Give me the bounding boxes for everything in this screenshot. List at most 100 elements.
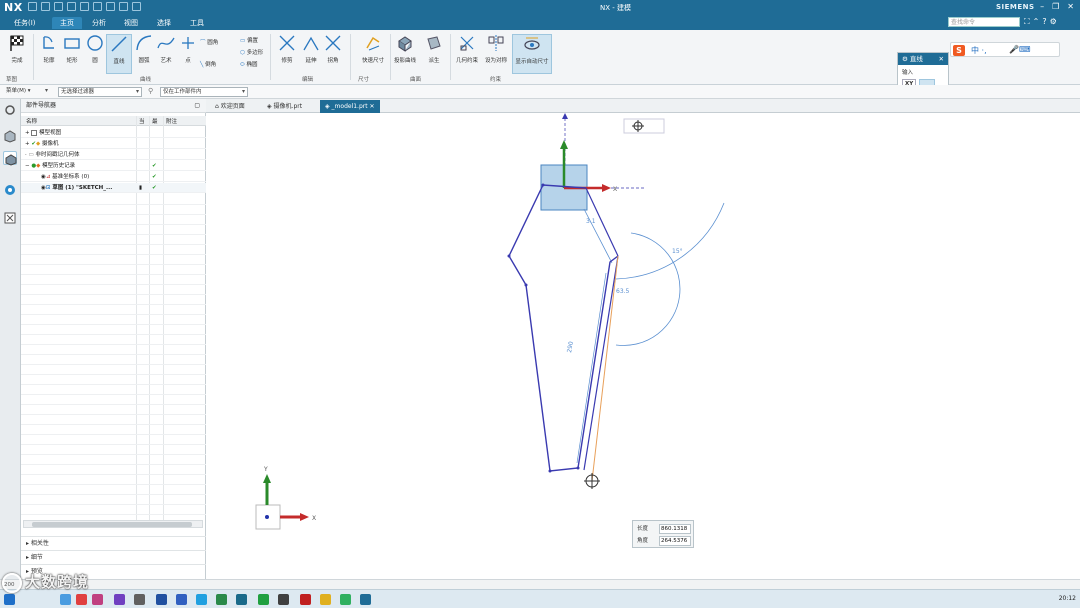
angle-dimension-arc[interactable] <box>615 202 725 280</box>
tab-model1-part[interactable]: ◈ _model1.prt ✕ <box>320 100 380 113</box>
taskbar-app-icon[interactable] <box>216 594 227 605</box>
tab-camera-part[interactable]: ◈ 摄像机.prt <box>262 100 307 113</box>
command-search-input[interactable]: 查找命令 <box>948 17 1020 27</box>
taskbar-app-icon[interactable] <box>196 594 207 605</box>
maximize-icon[interactable]: ▢ <box>194 99 200 113</box>
tree-row-non-timestamp[interactable]: · ▭ 非时间戳记几何体 <box>21 150 206 160</box>
column-name[interactable]: 名称 <box>26 117 37 125</box>
tab-home[interactable]: 主页 <box>52 17 82 29</box>
copy-icon[interactable] <box>80 2 89 11</box>
line-dialog-header[interactable]: ⚙ 直线 ✕ <box>898 53 948 65</box>
tree-row-cameras[interactable]: + ✔◆ 摄像机 <box>21 139 206 149</box>
tab-tools[interactable]: 工具 <box>190 18 204 28</box>
offset-small-button[interactable]: ▭ 偏置 <box>240 36 258 44</box>
type-filter-select[interactable]: 无选择过滤器 <box>58 87 142 97</box>
tree-row-sketch[interactable]: ◉⊡ 草图 (1) "SKETCH_... ▮ ✔ <box>21 183 206 193</box>
length-input[interactable]: 860.1318 <box>659 524 691 534</box>
taskbar-app-icon[interactable] <box>300 594 311 605</box>
close-icon[interactable]: ✕ <box>939 53 944 65</box>
dimension-label-c[interactable]: 290 <box>566 341 575 354</box>
line-button[interactable]: 直线 <box>106 34 132 74</box>
taskbar-app-icon[interactable] <box>114 594 125 605</box>
redo-icon[interactable] <box>54 2 63 11</box>
restore-icon[interactable]: ❐ <box>1052 2 1059 11</box>
part-navigator-icon[interactable] <box>3 151 17 166</box>
ellipse-small-button[interactable]: ⬭ 椭圆 <box>240 60 257 69</box>
taskbar-app-icon[interactable] <box>258 594 269 605</box>
geometric-constraints-button[interactable]: 几何约束 <box>454 34 480 74</box>
taskbar-app-icon[interactable] <box>320 594 331 605</box>
tab-task[interactable]: 任务(I) <box>14 18 36 28</box>
undo-icon[interactable] <box>41 2 50 11</box>
graphics-tabs: ⌂ 欢迎页面 ◈ 摄像机.prt ◈ _model1.prt ✕ <box>206 99 1080 113</box>
project-curve-button[interactable]: 投影曲线 <box>392 34 418 74</box>
sogou-icon[interactable]: S <box>953 45 965 56</box>
taskbar-app-icon[interactable] <box>134 594 145 605</box>
column-latest[interactable]: 最 <box>152 117 158 125</box>
spline-icon <box>157 37 175 49</box>
taskbar-app-icon[interactable] <box>176 594 187 605</box>
paste-icon[interactable] <box>93 2 102 11</box>
dimension-label-angle[interactable]: 15° <box>672 248 683 255</box>
caret-up-icon[interactable]: ⌃ <box>1033 17 1040 27</box>
snap-point-widget[interactable] <box>623 118 665 134</box>
fullscreen-icon[interactable]: ⛶ <box>1024 17 1030 27</box>
graphics-window[interactable]: X 15° 3.1 63.5 290 Y X <box>206 113 1080 579</box>
tree-row-model-history[interactable]: − ●◆ 模型历史记录 ✔ <box>21 161 206 171</box>
taskbar-app-icon[interactable] <box>236 594 247 605</box>
tree-row-model-views[interactable]: + 模型视图 <box>21 128 206 138</box>
make-symmetric-button[interactable]: 设为对称 <box>483 34 509 74</box>
settings-icon[interactable]: ⚙ <box>1050 17 1057 27</box>
history-icon[interactable] <box>3 183 17 197</box>
cut-icon[interactable] <box>67 2 76 11</box>
tab-select[interactable]: 选择 <box>157 18 171 28</box>
settings-icon[interactable] <box>3 103 17 117</box>
selection-scope-select[interactable]: 仅在工作部件内 <box>160 87 248 97</box>
column-current[interactable]: 当 <box>139 117 145 125</box>
point-button[interactable]: 点 <box>175 34 201 74</box>
fillet-small-button[interactable]: ⌒ 圆角 <box>200 38 218 46</box>
column-comment[interactable]: 附注 <box>166 117 177 125</box>
taskbar-app-icon[interactable] <box>340 594 351 605</box>
circle-button[interactable]: 圆 <box>82 34 108 74</box>
reuse-library-icon[interactable] <box>3 211 17 225</box>
save-icon[interactable] <box>28 2 37 11</box>
taskbar-app-icon[interactable] <box>278 594 289 605</box>
minimize-icon[interactable]: – <box>1040 2 1044 11</box>
tree-row-datum-csys[interactable]: ◉⊿ 基准坐标系 (0) ✔ <box>21 172 206 182</box>
watermark-logo-icon <box>2 572 22 593</box>
dimension-label-a[interactable]: 3.1 <box>586 218 596 225</box>
view-triad[interactable]: Y X <box>255 466 316 530</box>
taskbar-app-icon[interactable] <box>156 594 167 605</box>
details-panel[interactable]: ▸ 细节 <box>21 550 206 563</box>
tab-close-icon[interactable]: ✕ <box>370 103 375 110</box>
corner-button[interactable]: 拐角 <box>320 34 346 74</box>
polygon-small-button[interactable]: ⬡ 多边形 <box>240 48 263 56</box>
sketch-profile[interactable] <box>508 184 619 472</box>
angle-input[interactable]: 264.5376 <box>659 536 691 546</box>
scrollbar-thumb[interactable] <box>32 522 192 527</box>
ime-mode-icon[interactable]: 中 ·, <box>971 45 987 56</box>
close-icon[interactable]: ✕ <box>1067 2 1074 11</box>
taskbar-nx-icon[interactable] <box>360 594 371 605</box>
chamfer-small-button[interactable]: ╲ 倒角 <box>200 60 216 68</box>
window-icon[interactable] <box>132 2 141 11</box>
repeat-icon[interactable] <box>106 2 115 11</box>
dependencies-panel[interactable]: ▸ 相关性 <box>21 536 206 549</box>
finish-sketch-button[interactable]: 完成 <box>4 34 30 74</box>
taskbar-app-icon[interactable] <box>92 594 103 605</box>
help-icon[interactable]: ? <box>1042 17 1046 27</box>
navigator-horizontal-scrollbar[interactable] <box>23 520 203 528</box>
tab-welcome-page[interactable]: ⌂ 欢迎页面 <box>210 100 250 113</box>
trim-button[interactable]: 修剪 <box>274 34 300 74</box>
ime-tools-icon[interactable]: 🎤⌨ <box>1009 45 1031 54</box>
touch-mode-icon[interactable] <box>119 2 128 11</box>
assembly-navigator-icon[interactable] <box>3 129 17 143</box>
quick-dimension-button[interactable]: 快速尺寸 <box>356 34 390 74</box>
show-auto-dimensions-button[interactable]: 显示自动尺寸 <box>512 34 552 74</box>
dimension-label-b[interactable]: 63.5 <box>616 288 630 295</box>
menu-button[interactable]: 菜单(M) ▾ <box>4 87 50 97</box>
tab-analysis[interactable]: 分析 <box>92 18 106 28</box>
tab-view[interactable]: 视图 <box>124 18 138 28</box>
derived-curve-button[interactable]: 派生 <box>421 34 447 74</box>
